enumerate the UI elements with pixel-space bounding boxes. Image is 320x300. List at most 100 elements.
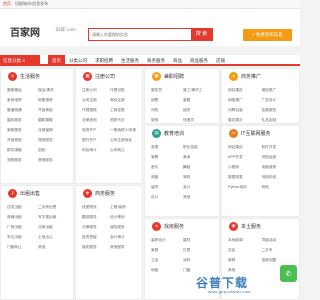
category-link[interactable]: 管道疏通 — [7, 108, 36, 113]
nav-item-jobs[interactable]: 求职招聘 — [91, 55, 117, 66]
category-link[interactable]: 二手车 — [262, 248, 294, 253]
card-title[interactable]: 出租出售 — [20, 190, 40, 197]
nav-item-goods-service[interactable]: 商品服务 — [186, 55, 212, 66]
category-link[interactable]: 美术 — [183, 155, 213, 160]
category-link[interactable]: 家电维修 — [7, 98, 36, 103]
category-link[interactable]: 商铺出租 — [7, 215, 36, 220]
card-title[interactable]: 商务推广 — [241, 73, 261, 80]
nav-item-goods[interactable]: 商品 — [169, 55, 186, 66]
wechat-icon[interactable]: ✆ — [280, 265, 297, 282]
category-link[interactable]: 保安服务 — [82, 245, 108, 250]
category-link[interactable]: 厨师 — [151, 118, 181, 123]
card-title[interactable]: 本土服务 — [241, 223, 261, 230]
category-link[interactable]: 代理记账 — [110, 88, 136, 93]
category-link[interactable]: 电脑 — [151, 175, 181, 180]
category-link[interactable]: 舞蹈 — [183, 165, 213, 170]
category-link[interactable]: 电脑维修 — [262, 165, 294, 170]
category-link[interactable]: 英语 — [151, 145, 181, 150]
card-title[interactable]: 教育培训 — [164, 130, 184, 137]
category-link[interactable]: 其他 — [228, 268, 260, 273]
category-link[interactable]: 公司转让 — [110, 148, 136, 153]
category-link[interactable]: 投资担保 — [82, 235, 108, 240]
category-link[interactable]: 家具 — [151, 248, 181, 253]
category-link[interactable]: 职业技能 — [183, 145, 213, 150]
category-link[interactable]: 会展服务 — [262, 108, 294, 113]
category-link[interactable]: 工商变更 — [110, 108, 136, 113]
category-link[interactable]: 快递员 — [183, 118, 213, 123]
category-link[interactable]: 本地新闻 — [228, 238, 260, 243]
category-link[interactable]: 普工/操作工 — [183, 88, 213, 93]
category-link[interactable]: 公司注销 — [82, 98, 108, 103]
category-link[interactable]: 卫浴 — [151, 258, 181, 263]
category-link[interactable]: 搬家搬运 — [7, 88, 36, 93]
category-link[interactable]: 交友 — [228, 248, 260, 253]
category-link[interactable]: 快递物流 — [82, 205, 108, 210]
search-input[interactable] — [89, 29, 192, 40]
category-link[interactable]: 其他 — [38, 245, 67, 250]
category-link[interactable]: 数据恢复 — [228, 175, 260, 180]
search-button[interactable]: 搜 索 — [191, 29, 212, 40]
category-link[interactable]: 同城活动 — [262, 238, 294, 243]
card-title[interactable]: 兼职招聘 — [164, 73, 184, 80]
category-link[interactable]: 会计 — [183, 185, 213, 190]
category-link[interactable]: 婚庆服务 — [7, 118, 36, 123]
nav-item-shops[interactable]: 店铺 — [212, 55, 229, 66]
category-link[interactable]: 法律服务 — [82, 225, 108, 230]
category-link[interactable]: 验资开户 — [82, 128, 108, 133]
category-link[interactable]: 保安 — [183, 108, 213, 113]
category-link[interactable]: 广告设计 — [262, 98, 294, 103]
category-link[interactable]: 房屋维修 — [38, 98, 67, 103]
category-link[interactable]: 门窗 — [183, 268, 213, 273]
category-link[interactable]: 商标注册 — [110, 98, 136, 103]
category-link[interactable]: 音乐 — [151, 165, 181, 170]
card-title[interactable]: 找房服务 — [164, 223, 184, 230]
category-link[interactable]: 开锁修锁 — [7, 138, 36, 143]
category-link[interactable]: APP开发 — [228, 155, 260, 160]
category-link[interactable]: 写字楼出租 — [38, 215, 67, 220]
category-link[interactable]: 法律咨询 — [82, 118, 108, 123]
site-logo[interactable]: 百家网 — [10, 24, 46, 39]
card-title[interactable]: 注册公司 — [95, 73, 115, 80]
category-link[interactable]: 留学 — [151, 185, 181, 190]
category-link[interactable]: 仓库出租 — [38, 225, 67, 230]
category-link[interactable]: 门面转让 — [7, 245, 36, 250]
category-link[interactable]: 印刷包装 — [228, 108, 260, 113]
category-link[interactable]: 保洁/清洗 — [38, 88, 67, 93]
category-link[interactable]: 销售 — [151, 98, 181, 103]
category-link[interactable]: 小程序 — [228, 165, 260, 170]
category-link[interactable]: 建材 — [183, 238, 213, 243]
category-link[interactable]: 驾校 — [183, 175, 213, 180]
category-link[interactable]: 代理报税 — [82, 108, 108, 113]
category-link[interactable]: 厂房出租 — [7, 225, 36, 230]
category-link[interactable]: 礼品定制 — [262, 118, 294, 123]
category-link[interactable]: 鲜花绿植 — [7, 148, 36, 153]
category-link[interactable]: 软件开发 — [262, 145, 294, 150]
category-link[interactable]: 开锁换锁 — [38, 108, 67, 113]
category-link[interactable]: 装修设计 — [151, 238, 181, 243]
category-link[interactable]: Python培训 — [228, 185, 260, 190]
category-link[interactable]: 车位出租 — [7, 235, 36, 240]
card-title[interactable]: 商务服务 — [95, 190, 115, 197]
category-link[interactable]: 回收 — [38, 148, 67, 153]
category-link[interactable]: 网站建设 — [228, 145, 260, 150]
category-link[interactable]: 设计 — [151, 195, 181, 200]
category-link[interactable]: 涂料 — [183, 258, 213, 263]
category-menu[interactable]: 信息分类 ≡ — [0, 55, 40, 66]
card-title[interactable]: 生活服务 — [20, 73, 40, 80]
category-link[interactable]: 地板 — [151, 268, 181, 273]
category-link[interactable]: 展览展示 — [228, 118, 260, 123]
category-link[interactable]: 网站建设 — [228, 88, 260, 93]
post-info-button[interactable]: + 免费发布信息 — [243, 29, 292, 41]
category-link[interactable]: 工程/装修 — [110, 205, 136, 210]
category-link[interactable]: 网络推广 — [228, 98, 260, 103]
category-link[interactable]: 其他服务 — [110, 245, 136, 250]
category-link[interactable]: 银行开户 — [82, 138, 108, 143]
category-link[interactable]: 其他服务 — [38, 158, 67, 163]
category-link[interactable]: 土地出让 — [38, 235, 67, 240]
card-title[interactable]: IT互联网服务 — [241, 130, 270, 137]
category-link[interactable]: 网络运维 — [262, 155, 294, 160]
category-link[interactable]: 翻译服务 — [82, 215, 108, 220]
category-link[interactable]: 其他 — [183, 195, 213, 200]
topbar-links[interactable]: 切换城市/信息发布 — [15, 1, 48, 7]
category-link[interactable]: 其他 — [262, 185, 294, 190]
